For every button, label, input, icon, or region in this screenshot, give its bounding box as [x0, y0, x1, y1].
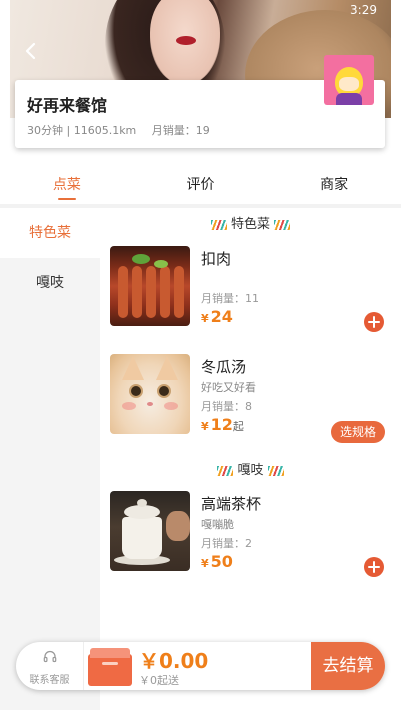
- cart-bar: 联系客服 ￥0.00 ￥0起送 去结算: [16, 642, 385, 690]
- shop-logo: [324, 55, 374, 105]
- dish-image: [110, 354, 190, 434]
- tab-order[interactable]: 点菜: [0, 166, 134, 204]
- dish-image: [110, 246, 190, 326]
- delivery-time: 30分钟: [27, 124, 63, 137]
- divider: [83, 642, 84, 690]
- dish-name: 高端茶杯: [201, 495, 262, 513]
- section-header: 特色菜: [100, 213, 401, 232]
- decor-stripes-icon: [267, 465, 284, 476]
- checkout-button[interactable]: 去结算: [311, 642, 385, 690]
- menu-item[interactable]: 冬瓜汤 好吃又好看 月销量：8 ¥12起 选规格: [110, 354, 390, 443]
- tab-merchant[interactable]: 商家: [267, 166, 401, 204]
- dish-price: ¥12起: [201, 415, 244, 434]
- tab-reviews[interactable]: 评价: [134, 166, 268, 204]
- cart-total: ￥0.00: [139, 649, 209, 673]
- add-to-cart-button[interactable]: [364, 312, 384, 332]
- dish-sales: 月销量：8: [201, 400, 252, 413]
- chevron-left-icon: [25, 42, 36, 60]
- shop-sales: 月销量：19: [151, 124, 210, 137]
- decor-stripes-icon: [274, 219, 290, 230]
- customer-service-label: 联系客服: [29, 675, 70, 686]
- decor-stripes-icon: [210, 219, 227, 230]
- decor-stripes-icon: [217, 465, 234, 476]
- section-title: 特色菜: [230, 217, 270, 232]
- customer-service-button[interactable]: 联系客服: [16, 642, 83, 690]
- menu-item[interactable]: 高端茶杯 嘎嘣脆 月销量：2 ¥50: [110, 491, 390, 577]
- add-to-cart-button[interactable]: [364, 557, 384, 577]
- category-item-snacks[interactable]: 嘎吱: [0, 258, 100, 308]
- category-item-featured[interactable]: 特色菜: [0, 208, 100, 258]
- section-header: 嘎吱: [100, 459, 401, 478]
- back-button[interactable]: [20, 40, 42, 62]
- status-time: 3:29: [350, 3, 377, 17]
- plus-icon: [368, 316, 380, 328]
- dish-price: ¥24: [201, 307, 233, 326]
- menu-list: 特色菜 扣肉 月销量：11 ¥24 冬瓜汤 好吃又好看 月销量：8 ¥12起 选…: [100, 208, 401, 710]
- dish-price: ¥50: [201, 552, 233, 571]
- min-delivery: ￥0起送: [139, 674, 179, 687]
- shop-distance: 11605.1km: [73, 124, 137, 137]
- section-title: 嘎吱: [237, 463, 264, 478]
- headset-icon: [43, 650, 57, 663]
- plus-icon: [368, 561, 380, 573]
- dish-description: 嘎嘣脆: [201, 518, 234, 531]
- dish-sales: 月销量：2: [201, 537, 252, 550]
- dish-description: 好吃又好看: [201, 381, 256, 394]
- dish-sales: 月销量：11: [201, 292, 259, 305]
- dish-name: 扣肉: [201, 250, 232, 268]
- cart-icon[interactable]: [88, 648, 132, 686]
- dish-image: [110, 491, 190, 571]
- shop-name: 好再来餐馆: [27, 96, 108, 115]
- dish-name: 冬瓜汤: [201, 358, 247, 376]
- shop-meta: 30分钟 | 11605.1km 月销量：19: [27, 124, 210, 137]
- select-spec-button[interactable]: 选规格: [330, 421, 385, 443]
- category-sidebar: 特色菜 嘎吱: [0, 208, 100, 710]
- tab-bar: 点菜 评价 商家: [0, 166, 401, 204]
- menu-item[interactable]: 扣肉 月销量：11 ¥24: [110, 246, 390, 332]
